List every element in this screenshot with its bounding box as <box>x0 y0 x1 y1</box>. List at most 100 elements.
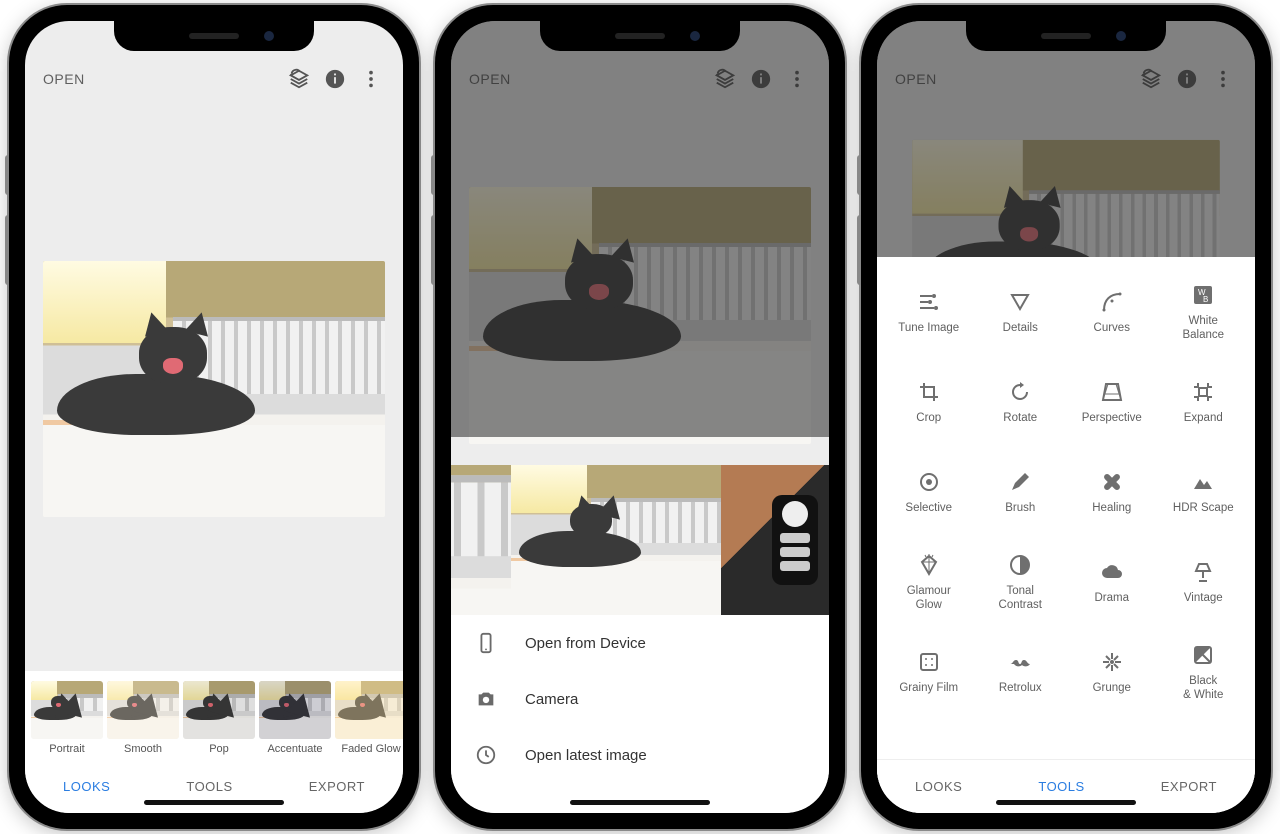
edit-stack-icon[interactable] <box>281 61 317 97</box>
info-icon[interactable] <box>317 61 353 97</box>
tool-label: Drama <box>1094 592 1129 606</box>
tools-grid[interactable]: Tune Image Details Curves WhiteBalance C… <box>877 257 1255 759</box>
tool-expand[interactable]: Expand <box>1158 359 1250 447</box>
open-button[interactable]: OPEN <box>895 71 937 87</box>
tab-export[interactable]: EXPORT <box>309 779 365 794</box>
tool-brush[interactable]: Brush <box>975 449 1067 537</box>
tool-label: Grunge <box>1093 682 1131 696</box>
tool-tonal[interactable]: TonalContrast <box>975 539 1067 627</box>
recent-thumb-3[interactable] <box>721 465 829 615</box>
open-button[interactable]: OPEN <box>469 71 511 87</box>
tab-export[interactable]: EXPORT <box>1161 779 1217 794</box>
lamp-icon <box>1191 560 1215 584</box>
tool-vintage[interactable]: Vintage <box>1158 539 1250 627</box>
tab-tools[interactable]: TOOLS <box>1038 779 1084 794</box>
curves-icon <box>1100 290 1124 314</box>
grunge-icon <box>1100 650 1124 674</box>
phone-2-open-sheet: OPEN <box>435 5 845 829</box>
tool-rotate[interactable]: Rotate <box>975 359 1067 447</box>
home-indicator[interactable] <box>996 800 1136 805</box>
bandaid-icon <box>1100 470 1124 494</box>
tool-curves[interactable]: Curves <box>1066 269 1158 357</box>
looks-strip[interactable]: Portrait Smooth Pop <box>25 671 403 759</box>
tool-label: GlamourGlow <box>907 585 951 613</box>
info-icon[interactable] <box>743 61 779 97</box>
look-label: Pop <box>183 743 255 755</box>
tool-glamour[interactable]: GlamourGlow <box>883 539 975 627</box>
open-from-device-label: Open from Device <box>525 635 646 652</box>
look-accent[interactable]: Accentuate <box>259 681 331 755</box>
tool-perspective[interactable]: Perspective <box>1066 359 1158 447</box>
tool-label: TonalContrast <box>999 585 1042 613</box>
camera-icon <box>475 688 497 710</box>
tab-looks[interactable]: LOOKS <box>915 779 962 794</box>
image-canvas[interactable] <box>25 107 403 671</box>
open-latest-label: Open latest image <box>525 747 647 764</box>
crop-icon <box>917 380 941 404</box>
look-label: Faded Glow <box>335 743 403 755</box>
tab-looks[interactable]: LOOKS <box>63 779 110 794</box>
tools-panel: Tune Image Details Curves WhiteBalance C… <box>877 257 1255 813</box>
open-camera[interactable]: Camera <box>451 671 829 727</box>
main-photo <box>43 261 385 518</box>
open-button[interactable]: OPEN <box>43 71 85 87</box>
tab-tools[interactable]: TOOLS <box>186 779 232 794</box>
tool-wb[interactable]: WhiteBalance <box>1158 269 1250 357</box>
phone-icon <box>475 632 497 654</box>
brush-icon <box>1008 470 1032 494</box>
tool-tune[interactable]: Tune Image <box>883 269 975 357</box>
edit-stack-icon[interactable] <box>1133 61 1169 97</box>
tool-selective[interactable]: Selective <box>883 449 975 537</box>
tool-retrolux[interactable]: Retrolux <box>975 629 1067 717</box>
bw-icon <box>1191 643 1215 667</box>
tool-label: Rotate <box>1003 412 1037 426</box>
tool-label: Black& White <box>1183 675 1223 703</box>
recent-thumb-1[interactable] <box>451 465 511 615</box>
tool-label: Tune Image <box>898 322 959 336</box>
open-latest[interactable]: Open latest image <box>451 727 829 783</box>
tool-label: Grainy Film <box>899 682 958 696</box>
tool-bw[interactable]: Black& White <box>1158 629 1250 717</box>
more-vert-icon[interactable] <box>353 61 389 97</box>
more-vert-icon[interactable] <box>779 61 815 97</box>
device-notch <box>540 21 740 51</box>
tool-label: Perspective <box>1082 412 1142 426</box>
diamond-icon <box>917 553 941 577</box>
open-from-device[interactable]: Open from Device <box>451 615 829 671</box>
recent-thumb-2[interactable] <box>511 465 721 615</box>
open-bottom-sheet: Open from Device Camera Open latest imag… <box>451 465 829 813</box>
edit-stack-icon[interactable] <box>707 61 743 97</box>
phone-1-looks: OPEN <box>9 5 419 829</box>
tool-label: Curves <box>1094 322 1130 336</box>
look-smooth[interactable]: Smooth <box>107 681 179 755</box>
more-vert-icon[interactable] <box>1205 61 1241 97</box>
info-icon[interactable] <box>1169 61 1205 97</box>
tool-hdr[interactable]: HDR Scape <box>1158 449 1250 537</box>
clock-icon <box>475 744 497 766</box>
open-camera-label: Camera <box>525 691 578 708</box>
home-indicator[interactable] <box>570 800 710 805</box>
recent-photos-row[interactable] <box>451 465 829 615</box>
rotate-icon <box>1008 380 1032 404</box>
look-label: Accentuate <box>259 743 331 755</box>
tool-details[interactable]: Details <box>975 269 1067 357</box>
home-indicator[interactable] <box>144 800 284 805</box>
tool-label: Details <box>1003 322 1038 336</box>
open-actions: Open from Device Camera Open latest imag… <box>451 615 829 813</box>
tool-label: HDR Scape <box>1173 502 1234 516</box>
tool-label: Crop <box>916 412 941 426</box>
tool-label: Retrolux <box>999 682 1042 696</box>
tool-healing[interactable]: Healing <box>1066 449 1158 537</box>
top-bar: OPEN <box>877 51 1255 107</box>
tool-drama[interactable]: Drama <box>1066 539 1158 627</box>
tool-label: WhiteBalance <box>1182 315 1224 343</box>
look-portrait[interactable]: Portrait <box>31 681 103 755</box>
tool-grainy[interactable]: Grainy Film <box>883 629 975 717</box>
tool-label: Vintage <box>1184 592 1223 606</box>
tool-crop[interactable]: Crop <box>883 359 975 447</box>
expand-icon <box>1191 380 1215 404</box>
wb-icon <box>1191 283 1215 307</box>
look-pop[interactable]: Pop <box>183 681 255 755</box>
look-faded[interactable]: Faded Glow <box>335 681 403 755</box>
tool-grunge[interactable]: Grunge <box>1066 629 1158 717</box>
